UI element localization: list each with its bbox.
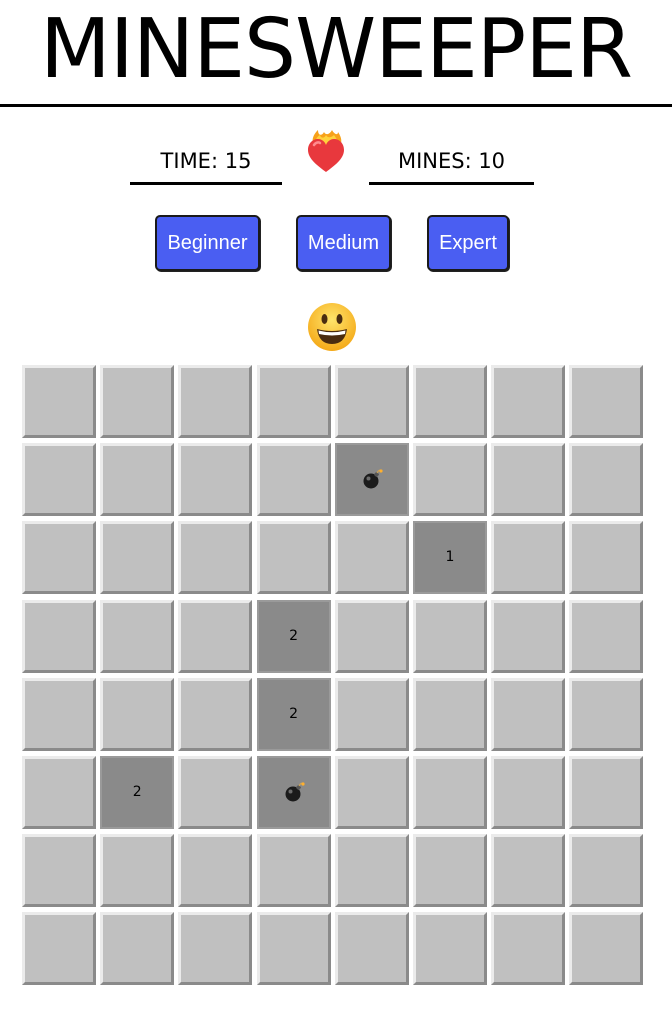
hidden-cell[interactable] xyxy=(491,834,566,908)
hidden-cell[interactable] xyxy=(334,599,409,673)
hidden-cell[interactable] xyxy=(491,443,566,517)
hidden-cell[interactable] xyxy=(178,599,253,673)
hidden-cell[interactable] xyxy=(334,365,409,438)
medium-button[interactable]: Medium xyxy=(296,215,391,271)
hidden-cell[interactable] xyxy=(569,365,644,438)
hidden-cell[interactable] xyxy=(569,443,644,517)
number-cell[interactable]: 2 xyxy=(256,677,331,751)
hidden-cell[interactable] xyxy=(22,365,96,438)
hidden-cell[interactable] xyxy=(569,912,644,986)
hidden-cell[interactable] xyxy=(178,912,253,986)
number-cell[interactable]: 2 xyxy=(256,599,331,673)
hidden-cell[interactable] xyxy=(491,599,566,673)
hidden-cell[interactable] xyxy=(413,912,487,986)
mine-cell[interactable] xyxy=(334,443,409,517)
number-cell[interactable]: 1 xyxy=(413,521,487,595)
hidden-cell[interactable] xyxy=(413,834,487,908)
expert-button[interactable]: Expert xyxy=(427,215,509,271)
hidden-cell[interactable] xyxy=(22,834,96,908)
hidden-cell[interactable] xyxy=(178,834,253,908)
number-cell[interactable]: 2 xyxy=(100,756,175,829)
hidden-cell[interactable] xyxy=(256,365,331,438)
hidden-cell[interactable] xyxy=(256,521,331,595)
hidden-cell[interactable] xyxy=(491,677,566,751)
hidden-cell[interactable] xyxy=(569,834,644,908)
smiley-face-icon[interactable] xyxy=(307,302,357,352)
game-board: 1222 xyxy=(22,365,645,990)
hidden-cell[interactable] xyxy=(413,756,487,829)
hidden-cell[interactable] xyxy=(22,521,96,595)
hidden-cell[interactable] xyxy=(100,834,175,908)
hidden-cell[interactable] xyxy=(569,756,644,829)
mine-cell[interactable] xyxy=(256,756,331,829)
bomb-icon xyxy=(363,469,383,489)
hidden-cell[interactable] xyxy=(413,677,487,751)
hidden-cell[interactable] xyxy=(178,443,253,517)
bomb-icon xyxy=(285,782,305,802)
mines-counter: MINES: 10 xyxy=(369,146,534,185)
hidden-cell[interactable] xyxy=(22,677,96,751)
hidden-cell[interactable] xyxy=(178,677,253,751)
hidden-cell[interactable] xyxy=(569,677,644,751)
hidden-cell[interactable] xyxy=(569,521,644,595)
beginner-button[interactable]: Beginner xyxy=(155,215,260,271)
hidden-cell[interactable] xyxy=(491,521,566,595)
hidden-cell[interactable] xyxy=(256,912,331,986)
hidden-cell[interactable] xyxy=(334,834,409,908)
hidden-cell[interactable] xyxy=(413,599,487,673)
hidden-cell[interactable] xyxy=(22,912,96,986)
flaming-heart-icon xyxy=(308,130,344,172)
hidden-cell[interactable] xyxy=(569,599,644,673)
hidden-cell[interactable] xyxy=(100,599,175,673)
hidden-cell[interactable] xyxy=(178,365,253,438)
hidden-cell[interactable] xyxy=(22,599,96,673)
hidden-cell[interactable] xyxy=(491,756,566,829)
hidden-cell[interactable] xyxy=(413,365,487,438)
hidden-cell[interactable] xyxy=(178,756,253,829)
hidden-cell[interactable] xyxy=(491,365,566,438)
game-title: MINESWEEPER xyxy=(0,0,672,107)
hidden-cell[interactable] xyxy=(100,443,175,517)
timer-display: TIME: 15 xyxy=(130,146,282,185)
hidden-cell[interactable] xyxy=(491,912,566,986)
hidden-cell[interactable] xyxy=(334,912,409,986)
hidden-cell[interactable] xyxy=(256,834,331,908)
hidden-cell[interactable] xyxy=(178,521,253,595)
hidden-cell[interactable] xyxy=(100,912,175,986)
hidden-cell[interactable] xyxy=(334,521,409,595)
hidden-cell[interactable] xyxy=(334,756,409,829)
hidden-cell[interactable] xyxy=(334,677,409,751)
hidden-cell[interactable] xyxy=(413,443,487,517)
hidden-cell[interactable] xyxy=(100,521,175,595)
hidden-cell[interactable] xyxy=(100,677,175,751)
hidden-cell[interactable] xyxy=(22,443,96,517)
hidden-cell[interactable] xyxy=(256,443,331,517)
hidden-cell[interactable] xyxy=(22,756,96,829)
hidden-cell[interactable] xyxy=(100,365,175,438)
